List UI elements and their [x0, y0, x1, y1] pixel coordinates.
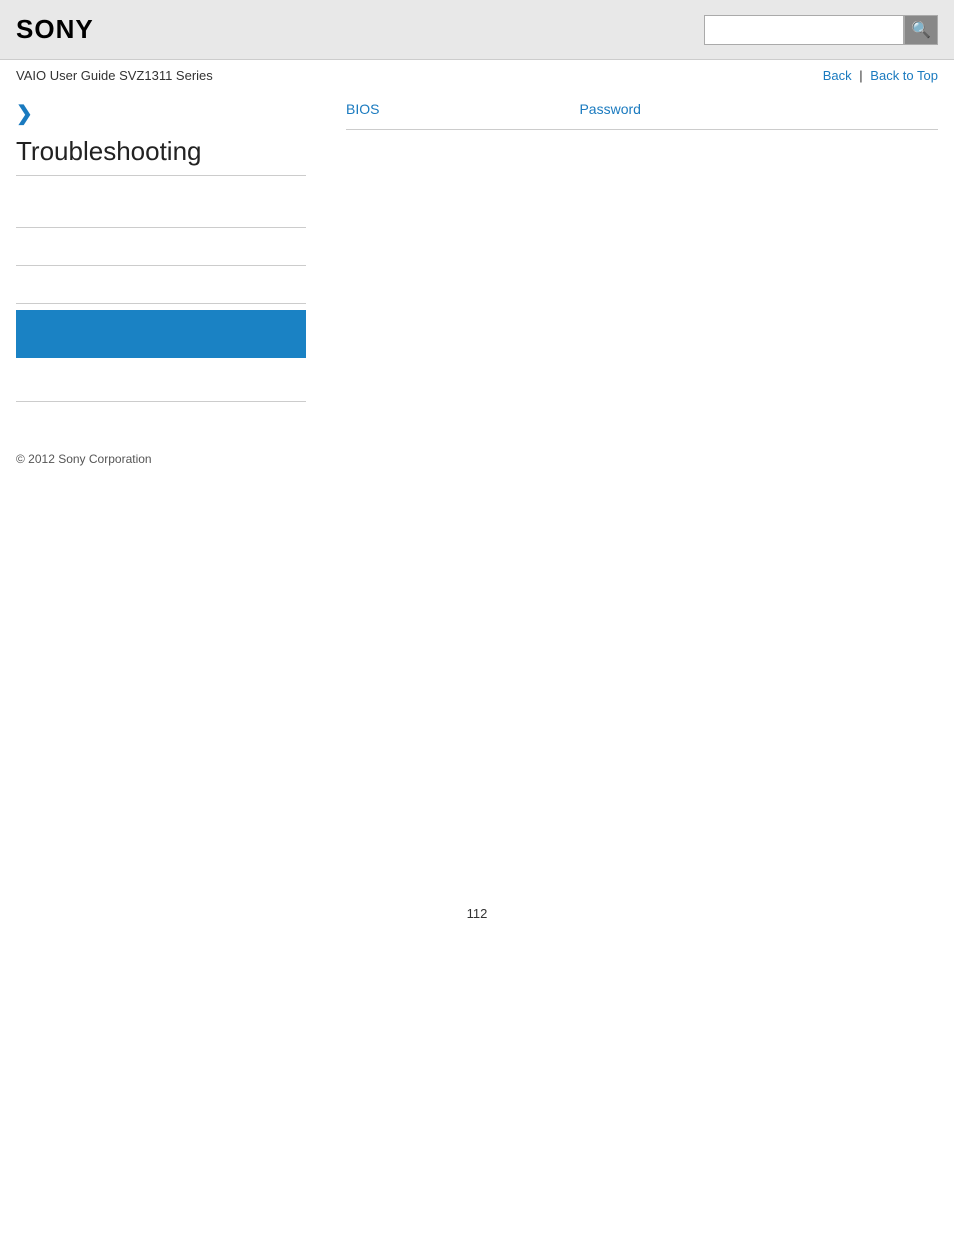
- header: SONY 🔍: [0, 0, 954, 60]
- search-icon: 🔍: [911, 20, 931, 40]
- bios-link[interactable]: BIOS: [346, 101, 379, 117]
- search-input[interactable]: [704, 15, 904, 45]
- search-button[interactable]: 🔍: [904, 15, 938, 45]
- sidebar-item-bottom: [16, 364, 306, 402]
- footer: © 2012 Sony Corporation: [0, 432, 954, 486]
- password-link[interactable]: Password: [579, 101, 640, 117]
- sidebar-item-1: [16, 190, 306, 228]
- sidebar-item-3: [16, 266, 306, 304]
- sidebar-title: Troubleshooting: [16, 136, 306, 176]
- nav-bar: VAIO User Guide SVZ1311 Series Back | Ba…: [0, 60, 954, 91]
- sidebar: ❯ Troubleshooting: [16, 101, 326, 402]
- page-number: 112: [0, 886, 954, 941]
- nav-separator: |: [859, 68, 862, 83]
- content-area: BIOS Password: [326, 101, 938, 402]
- sidebar-highlight-item[interactable]: [16, 310, 306, 358]
- back-to-top-link[interactable]: Back to Top: [870, 68, 938, 83]
- sony-logo: SONY: [16, 14, 94, 45]
- chevron-icon: ❯: [16, 101, 306, 126]
- copyright-text: © 2012 Sony Corporation: [16, 452, 152, 466]
- search-area: 🔍: [704, 15, 938, 45]
- main-content: ❯ Troubleshooting BIOS Password: [0, 91, 954, 402]
- breadcrumb: VAIO User Guide SVZ1311 Series: [16, 68, 213, 83]
- sidebar-item-2: [16, 228, 306, 266]
- content-links: BIOS Password: [346, 101, 938, 130]
- nav-links: Back | Back to Top: [823, 68, 938, 83]
- back-link[interactable]: Back: [823, 68, 852, 83]
